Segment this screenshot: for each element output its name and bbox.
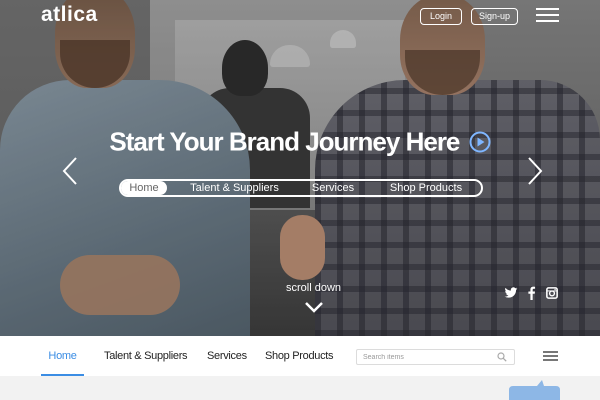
facebook-icon[interactable]: [527, 286, 536, 300]
nav-services[interactable]: Services: [207, 336, 247, 374]
hero-title: Start Your Brand Journey Here: [0, 125, 600, 158]
search-input[interactable]: [357, 350, 498, 364]
chat-bubble-icon[interactable]: [509, 380, 560, 400]
instagram-icon[interactable]: [546, 286, 558, 300]
hero-pill-nav: Home Talent & Suppliers Services Shop Pr…: [119, 179, 483, 197]
hero-tab-talent-suppliers[interactable]: Talent & Suppliers: [186, 181, 283, 195]
login-button[interactable]: Login: [420, 8, 462, 25]
search-icon[interactable]: [497, 352, 507, 362]
hero-tab-services[interactable]: Services: [309, 181, 357, 195]
twitter-icon[interactable]: [504, 286, 518, 300]
brand-logo[interactable]: atlica: [41, 3, 98, 27]
search-box: [356, 349, 515, 365]
hero-tab-shop-products[interactable]: Shop Products: [383, 181, 469, 195]
nav-talent-suppliers[interactable]: Talent & Suppliers: [104, 336, 188, 374]
main-navbar: Home Talent & Suppliers Services Shop Pr…: [0, 336, 600, 377]
hero-tab-home[interactable]: Home: [121, 181, 167, 195]
chevron-left-icon[interactable]: [62, 156, 78, 186]
signup-button[interactable]: Sign-up: [471, 8, 518, 25]
chevron-down-icon[interactable]: [304, 301, 324, 313]
nav-home[interactable]: Home: [41, 336, 84, 376]
hamburger-menu-icon[interactable]: [543, 351, 558, 361]
hero-title-text: Start Your Brand Journey Here: [109, 126, 460, 157]
nav-shop-products[interactable]: Shop Products: [265, 336, 334, 374]
menu-icon[interactable]: [536, 8, 559, 23]
chevron-right-icon[interactable]: [527, 156, 543, 186]
play-icon[interactable]: [469, 131, 491, 153]
hero-banner: atlica Login Sign-up Start Your Brand Jo…: [0, 0, 600, 336]
